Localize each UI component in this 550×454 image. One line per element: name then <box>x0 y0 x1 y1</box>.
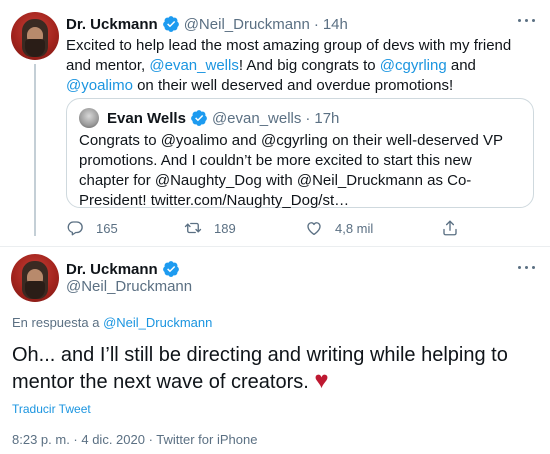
text-segment: ! And big congrats to <box>238 57 380 74</box>
like-button[interactable]: 4,8 mil <box>305 218 373 238</box>
more-options-icon[interactable] <box>518 261 536 273</box>
separator-dot: · <box>305 109 311 127</box>
main-author-name-row: Dr. Uckmann <box>66 259 180 279</box>
tweet-divider <box>0 246 550 247</box>
verified-badge-icon <box>162 16 179 32</box>
parent-author-handle[interactable]: @Neil_Druckmann <box>184 16 310 33</box>
text-segment: on their well deserved and overdue promo… <box>132 77 454 94</box>
quoted-tweet-header: Evan Wells @evan_wells · 17h <box>79 108 339 128</box>
main-author-avatar[interactable] <box>11 254 59 302</box>
like-count: 4,8 mil <box>335 220 374 236</box>
main-tweet-text: Oh... and I’ll still be directing and wr… <box>12 342 532 395</box>
reply-context-prefix: En respuesta a <box>12 315 100 330</box>
share-button[interactable] <box>441 218 471 238</box>
quoted-time-ago: 17h <box>314 109 340 127</box>
reply-context: En respuesta a @Neil_Druckmann <box>12 315 212 330</box>
heart-outline-icon <box>307 222 321 236</box>
main-author-name[interactable]: Dr. Uckmann <box>66 261 158 278</box>
quoted-author-avatar[interactable] <box>79 108 99 128</box>
retweet-button[interactable]: 189 <box>184 218 236 238</box>
parent-author-avatar[interactable] <box>11 12 59 60</box>
retweet-icon <box>184 222 202 234</box>
mention-link[interactable]: @cgyrling <box>380 57 447 74</box>
quoted-author-handle: @evan_wells <box>211 109 302 127</box>
reply-to-mention-link[interactable]: @Neil_Druckmann <box>103 315 212 330</box>
translate-tweet-link[interactable]: Traducir Tweet <box>12 402 91 416</box>
quoted-tweet-text: Congrats to @yoalimo and @cgyrling on th… <box>79 132 503 209</box>
main-tweet-text-content: Oh... and I’ll still be directing and wr… <box>12 344 508 393</box>
parent-tweet-header: Dr. Uckmann @Neil_Druckmann · 14h <box>66 14 348 34</box>
share-icon <box>443 220 457 236</box>
separator-dot: · <box>313 15 319 33</box>
reply-button[interactable]: 165 <box>66 218 118 238</box>
reply-count: 165 <box>96 220 118 236</box>
text-segment: and <box>446 57 476 74</box>
parent-author-name[interactable]: Dr. Uckmann <box>66 16 158 33</box>
parent-tweet-text: Excited to help lead the most amazing gr… <box>66 36 536 96</box>
mention-link[interactable]: @evan_wells <box>149 57 238 74</box>
more-options-icon[interactable] <box>518 14 536 26</box>
quoted-author-name[interactable]: Evan Wells <box>107 110 186 127</box>
main-author-handle[interactable]: @Neil_Druckmann <box>66 278 192 295</box>
parent-time-ago[interactable]: 14h <box>323 16 348 33</box>
retweet-count: 189 <box>214 220 236 236</box>
red-heart-emoji: ♥ <box>314 367 329 394</box>
verified-badge-icon <box>191 110 207 126</box>
verified-badge-icon <box>162 261 179 277</box>
mention-link[interactable]: @yoalimo <box>66 77 133 94</box>
tweet-timestamp[interactable]: 8:23 p. m. · 4 dic. 2020 · Twitter for i… <box>12 432 257 447</box>
thread-connector-line <box>34 64 36 236</box>
quoted-tweet-card[interactable]: Evan Wells @evan_wells · 17h Congrats to… <box>66 98 534 209</box>
reply-icon <box>67 221 83 236</box>
